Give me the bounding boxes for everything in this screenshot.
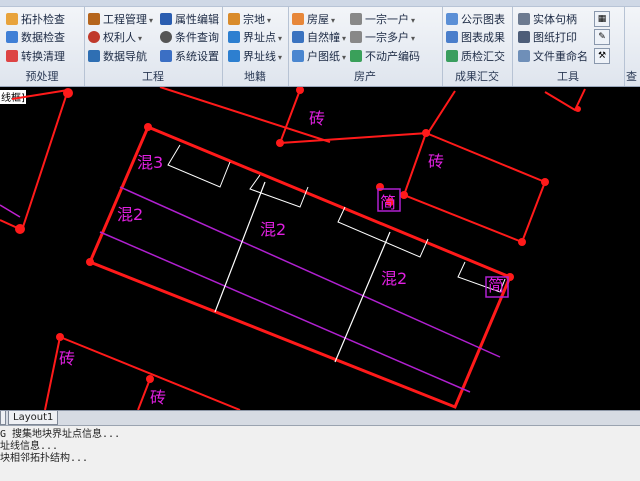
parcel-button[interactable]: 宗地 ▾ [228, 11, 271, 29]
ribbon-toolbar: 拓扑检查 数据检查 转换清理 预处理 工程管理 ▾ 权利人 ▾ 数据导航 属性编辑 … [0, 0, 640, 87]
system-settings-button[interactable]: 系统设置 [160, 48, 219, 66]
one-parcel-multi-unit-button[interactable]: 一宗多户 ▾ [350, 29, 415, 47]
drawing-canvas[interactable]: 线框] 砖 砖 混3 混2 混2 混2 简 简 砖 砖 [0, 87, 640, 410]
boundary-line-button[interactable]: 界址线 ▾ [228, 48, 282, 66]
briefcase-icon [88, 13, 100, 25]
label-brick-2[interactable]: 砖 [428, 152, 444, 171]
group-label-tools: 工具 [557, 70, 579, 83]
building-icon [292, 31, 304, 43]
handle-icon [518, 13, 530, 25]
tab-layout1[interactable]: Layout1 [8, 411, 59, 425]
layout-tabs: Layout1 [0, 410, 640, 425]
floorplan-button[interactable]: 户图纸 ▾ [292, 48, 346, 66]
attr-edit-button[interactable]: 属性编辑 [160, 11, 219, 29]
label-brick-4[interactable]: 砖 [150, 388, 166, 407]
house-button[interactable]: 房屋 ▾ [292, 11, 335, 29]
label-brick-3[interactable]: 砖 [59, 349, 75, 368]
group-tools: 实体句柄 图纸打印 文件重命名 ▦ ✎ ⚒ 工具 [512, 6, 625, 86]
label-mixed-2-b[interactable]: 混2 [260, 220, 286, 239]
file-icon [518, 50, 530, 62]
gear-icon [160, 31, 172, 43]
owner-button[interactable]: 权利人 ▾ [88, 29, 142, 47]
topology-check-button[interactable]: 拓扑检查 [6, 11, 65, 29]
group-label-project: 工程 [142, 70, 164, 83]
label-simple-2[interactable]: 简 [488, 276, 504, 295]
tab-nav[interactable] [0, 411, 6, 425]
group-preprocess: 拓扑检查 数据检查 转换清理 预处理 [0, 6, 85, 86]
label-mixed-2-c[interactable]: 混2 [381, 269, 407, 288]
condition-query-button[interactable]: 条件查询 [160, 29, 219, 47]
command-window[interactable]: G 搜集地块界址点信息... 址线信息... 块相邻拓扑结构... [0, 425, 640, 481]
group-label-query: 查 [626, 70, 637, 83]
group-label-property: 房产 [354, 70, 376, 83]
text-edit-icon [160, 13, 172, 25]
label-mixed-2-a[interactable]: 混2 [117, 205, 143, 224]
realestate-code-button[interactable]: 不动产编码 [350, 48, 420, 66]
boundary-point-button[interactable]: 界址点 ▾ [228, 29, 282, 47]
label-simple-1[interactable]: 简 [380, 193, 396, 212]
checkbox-icon [6, 31, 18, 43]
entity-handle-button[interactable]: 实体句柄 [518, 11, 577, 29]
floorplan-icon [292, 50, 304, 62]
group-project: 工程管理 ▾ 权利人 ▾ 数据导航 属性编辑 条件查询 系统设置 工程 [84, 6, 223, 86]
group-label-cadastre: 地籍 [244, 70, 266, 83]
building-button[interactable]: 自然幢 ▾ [292, 29, 346, 47]
one-parcel-one-unit-button[interactable]: 一宗一户 ▾ [350, 11, 415, 29]
group-deliverables: 公示图表 图表成果 质检汇交 成果汇交 [442, 6, 513, 86]
table-icon [446, 31, 458, 43]
person-icon [88, 31, 100, 43]
line-icon [228, 50, 240, 62]
print-button[interactable]: 图纸打印 [518, 29, 577, 47]
parcel-icon [228, 13, 240, 25]
magenta-line [0, 204, 21, 218]
group-cadastre: 宗地 ▾ 界址点 ▾ 界址线 ▾ 地籍 [222, 6, 289, 86]
chart-results-button[interactable]: 图表成果 [446, 29, 505, 47]
project-manage-button[interactable]: 工程管理 ▾ [88, 11, 153, 29]
parcel-brick-top [276, 87, 456, 147]
arrow-icon [350, 31, 362, 43]
arrow-icon [350, 13, 362, 25]
convert-icon [6, 50, 18, 62]
point-icon [228, 31, 240, 43]
parcel-edge [159, 87, 331, 143]
data-nav-button[interactable]: 数据导航 [88, 48, 147, 66]
parcel-brick-bottom [44, 333, 241, 410]
group-label-preprocess: 预处理 [25, 70, 59, 83]
chart-icon [446, 13, 458, 25]
rename-file-button[interactable]: 文件重命名 [518, 48, 588, 66]
public-chart-button[interactable]: 公示图表 [446, 11, 505, 29]
printer-icon [518, 31, 530, 43]
settings-icon [160, 50, 172, 62]
qc-icon [446, 50, 458, 62]
label-brick-1[interactable]: 砖 [309, 109, 325, 128]
pen-icon[interactable]: ✎ [594, 29, 610, 45]
command-line-3: 块相邻拓扑结构... [0, 453, 89, 464]
command-line-2: 址线信息... [0, 441, 59, 452]
group-property: 房屋 ▾ 自然幢 ▾ 户图纸 ▾ 一宗一户 ▾ 一宗多户 ▾ 不动产编码 房产 [288, 6, 443, 86]
book-icon [88, 50, 100, 62]
label-mixed-3[interactable]: 混3 [137, 153, 163, 172]
grid-icon[interactable]: ▦ [594, 11, 610, 27]
data-check-button[interactable]: 数据检查 [6, 29, 65, 47]
group-query: 查 [624, 6, 640, 86]
command-line-1: G 搜集地块界址点信息... [0, 429, 121, 440]
lightning-icon [6, 13, 18, 25]
cad-drawing[interactable]: 线框] 砖 砖 混3 混2 混2 混2 简 简 砖 砖 [0, 87, 640, 410]
group-label-deliverables: 成果汇交 [455, 70, 499, 83]
code-icon [350, 50, 362, 62]
tools-icon[interactable]: ⚒ [594, 48, 610, 64]
qc-submit-button[interactable]: 质检汇交 [446, 48, 505, 66]
convert-clean-button[interactable]: 转换清理 [6, 48, 65, 66]
house-icon [292, 13, 304, 25]
